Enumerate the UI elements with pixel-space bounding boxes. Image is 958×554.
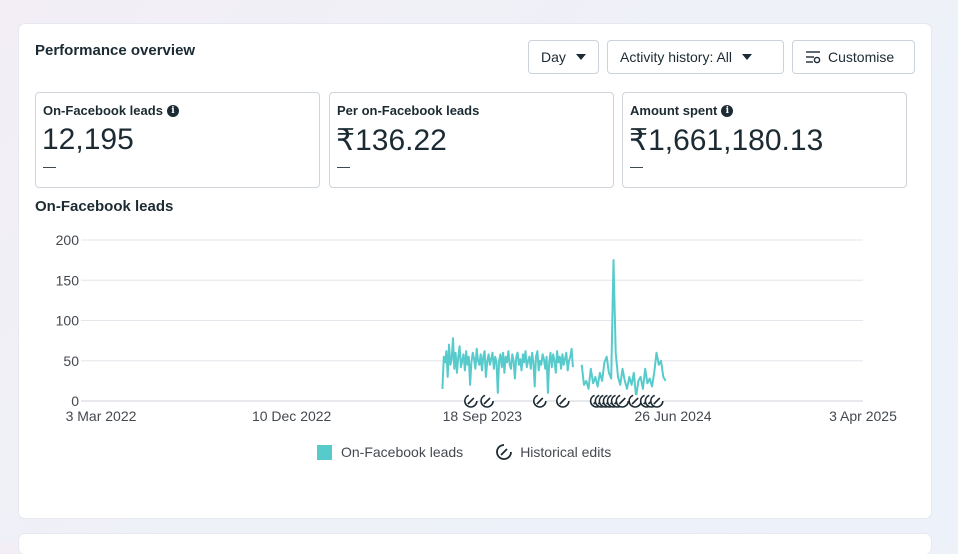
y-tick-label: 100 [56, 313, 80, 329]
performance-overview-card: Performance overview Day Activity histor… [19, 24, 931, 518]
legend-label: On-Facebook leads [341, 444, 464, 460]
x-tick-label: 18 Sep 2023 [443, 408, 523, 424]
x-tick-label: 26 Jun 2024 [634, 408, 711, 424]
y-tick-label: 50 [63, 353, 79, 369]
historical-edit-icon [496, 444, 513, 460]
series-line [441, 337, 574, 394]
x-tick-label: 3 Apr 2025 [829, 408, 897, 424]
leads-line-chart[interactable]: 0 50 100 150 200 3 Mar 2022 10 Dec 2022 18 Sep … [19, 24, 931, 444]
x-tick-label: 10 Dec 2022 [252, 408, 332, 424]
legend-swatch [317, 444, 332, 460]
y-tick-label: 200 [56, 232, 80, 248]
chart-legend: On-Facebook leads Historical edits [317, 443, 643, 461]
y-tick-label: 150 [56, 272, 80, 288]
x-tick-label: 3 Mar 2022 [66, 408, 137, 424]
y-tick-label: 0 [71, 393, 79, 409]
legend-item-leads[interactable]: On-Facebook leads [317, 444, 463, 460]
legend-label: Historical edits [520, 444, 612, 460]
legend-item-edits[interactable]: Historical edits [495, 443, 611, 461]
next-card [19, 534, 931, 554]
